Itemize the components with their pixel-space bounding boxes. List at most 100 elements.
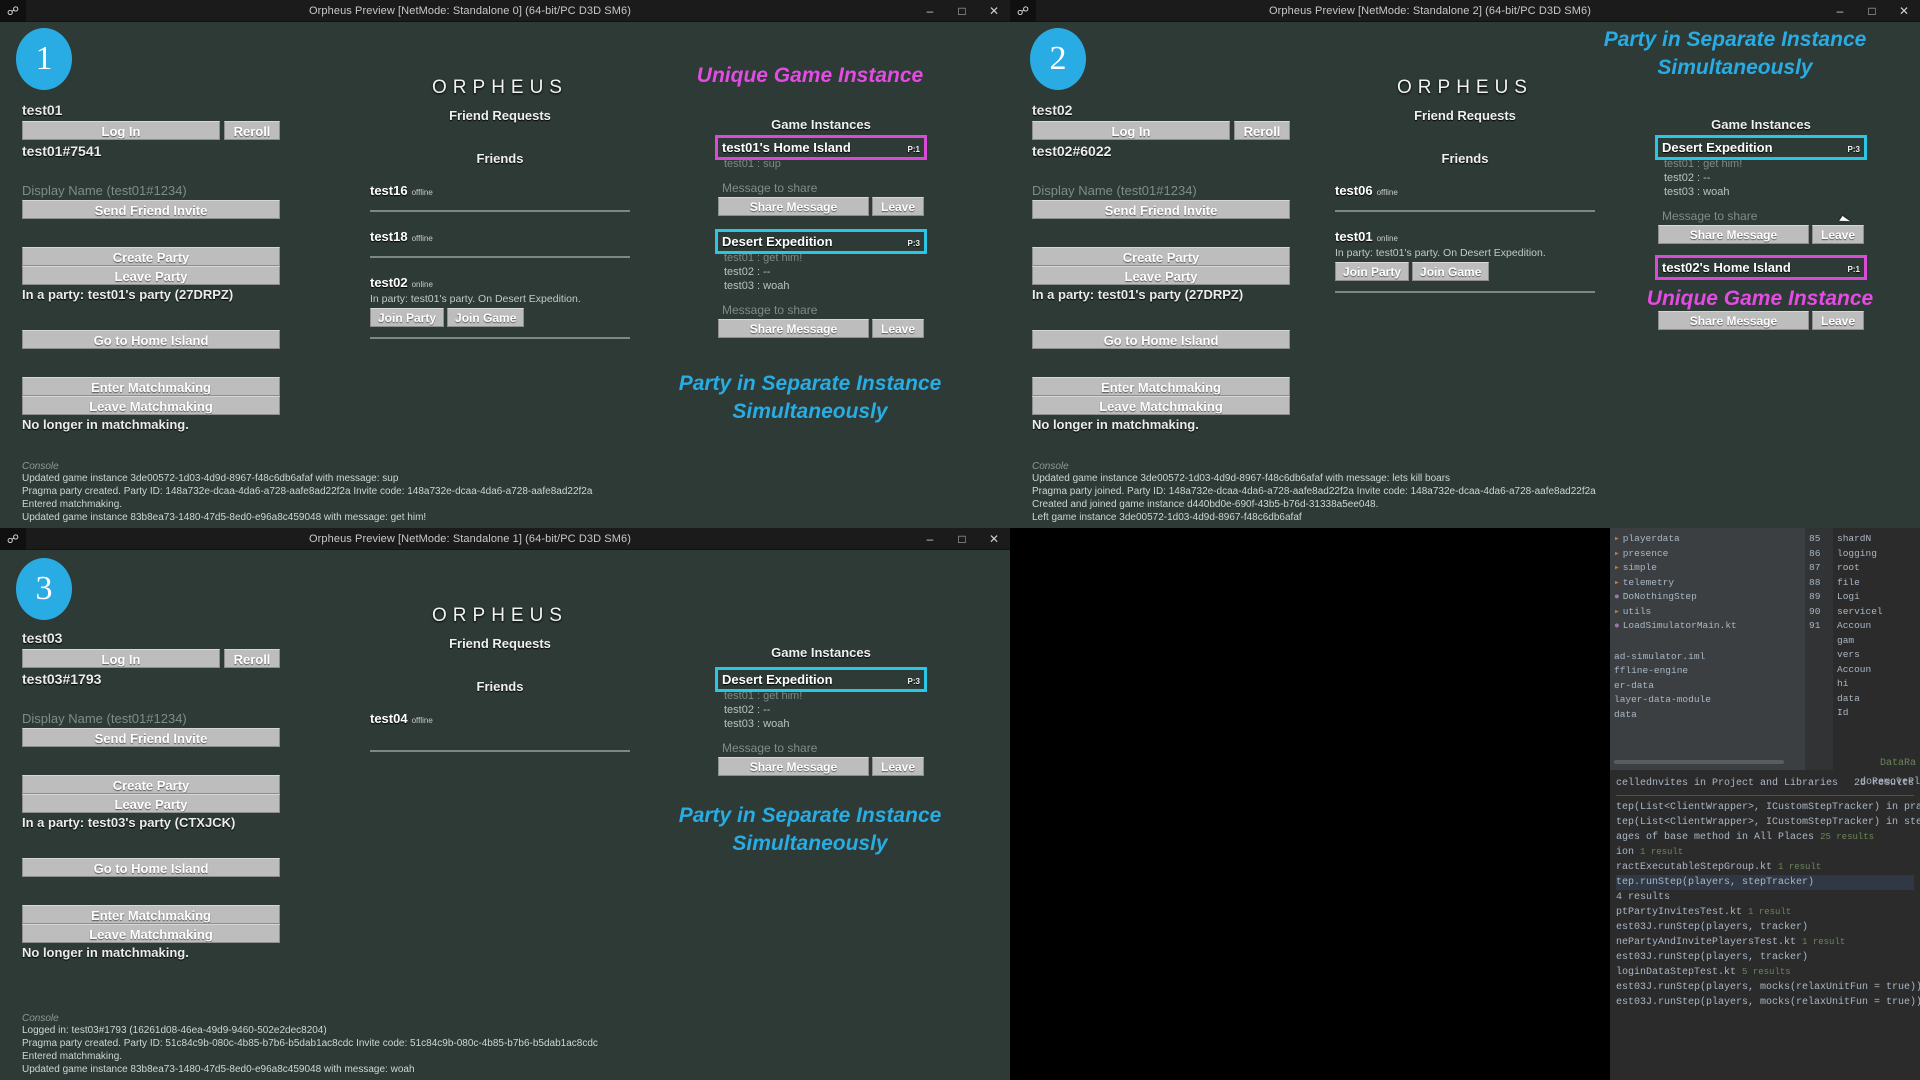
minimize-button[interactable]: – — [1824, 0, 1856, 22]
enter-matchmaking-button[interactable]: Enter Matchmaking — [22, 905, 280, 924]
tree-item[interactable]: layer-data-module — [1610, 693, 1805, 708]
titlebar[interactable]: ☍ Orpheus Preview [NetMode: Standalone 1… — [0, 528, 1010, 550]
tree-item[interactable]: ▸ simple — [1610, 561, 1805, 576]
display-name-input[interactable]: Display Name (test01#1234) — [22, 183, 280, 198]
minimize-button[interactable]: – — [914, 528, 946, 550]
instance-title-row[interactable]: test02's Home Island P:1 — [1655, 255, 1867, 280]
leave-instance-button[interactable]: Leave — [1812, 311, 1864, 330]
leave-instance-button[interactable]: Leave — [872, 757, 924, 776]
tree-item[interactable]: ▸ telemetry — [1610, 576, 1805, 591]
display-name-input[interactable]: Display Name (test01#1234) — [22, 711, 280, 726]
share-message-button[interactable]: Share Message — [718, 319, 869, 338]
leave-party-button[interactable]: Leave Party — [22, 794, 280, 813]
enter-matchmaking-button[interactable]: Enter Matchmaking — [22, 377, 280, 396]
find-result-row[interactable]: est03J.runStep(players, tracker) — [1616, 950, 1914, 965]
leave-instance-button[interactable]: Leave — [1812, 225, 1864, 244]
find-result-row[interactable]: ractExecutableStepGroup.kt 1 result — [1616, 860, 1914, 875]
enter-matchmaking-button[interactable]: Enter Matchmaking — [1032, 377, 1290, 396]
leave-instance-button[interactable]: Leave — [872, 319, 924, 338]
tree-item[interactable]: ▸ utils — [1610, 605, 1805, 620]
ide-editor-text[interactable]: shardN logging root file Logi servicel A… — [1833, 528, 1920, 770]
find-result-row[interactable]: ion 1 result — [1616, 845, 1914, 860]
minimize-button[interactable]: – — [914, 0, 946, 22]
login-button[interactable]: Log In — [1032, 121, 1230, 140]
message-input[interactable]: Message to share — [718, 303, 924, 317]
join-party-button[interactable]: Join Party — [370, 308, 445, 327]
instance-title-row[interactable]: test01's Home Island P:1 — [715, 135, 927, 160]
find-result-row[interactable]: loginDataStepTest.kt 5 results — [1616, 965, 1914, 980]
share-message-button[interactable]: Share Message — [718, 197, 869, 216]
display-name-input[interactable]: Display Name (test01#1234) — [1032, 183, 1290, 198]
tree-item[interactable]: data — [1610, 708, 1805, 723]
friend-list-item[interactable]: test04 offline — [370, 710, 630, 752]
maximize-button[interactable]: □ — [1856, 0, 1888, 22]
instance-title-row[interactable]: Desert Expedition P:3 — [715, 667, 927, 692]
find-result-row[interactable]: nePartyAndInvitePlayersTest.kt 1 result — [1616, 935, 1914, 950]
friend-list-item[interactable]: test16 offline — [370, 182, 630, 212]
ide-find-panel[interactable]: cellednvites in Project and Libraries 25… — [1610, 772, 1920, 1080]
close-button[interactable]: ✕ — [1888, 0, 1920, 22]
tree-scrollbar[interactable] — [1614, 760, 1784, 764]
send-friend-invite-button[interactable]: Send Friend Invite — [22, 728, 280, 747]
find-result-row[interactable]: tep(List<ClientWrapper>, ICustomStepTrac… — [1616, 815, 1920, 830]
share-message-button[interactable]: Share Message — [718, 757, 869, 776]
tree-item[interactable]: ▸ presence — [1610, 547, 1805, 562]
instance-title-row[interactable]: Desert Expedition P:3 — [1655, 135, 1867, 160]
message-input[interactable]: Message to share — [1658, 209, 1864, 223]
join-game-button[interactable]: Join Game — [447, 308, 525, 327]
reroll-button[interactable]: Reroll — [1234, 121, 1290, 140]
find-result-row[interactable]: est03J.runStep(players, tracker) — [1616, 920, 1914, 935]
tree-item[interactable]: ● DoNothingStep — [1610, 590, 1805, 605]
reroll-button[interactable]: Reroll — [224, 649, 280, 668]
find-result-row-selected[interactable]: tep.runStep(players, stepTracker) — [1616, 875, 1914, 890]
tree-item[interactable]: ● LoadSimulatorMain.kt — [1610, 619, 1805, 634]
friend-list-item[interactable]: test18 offline — [370, 228, 630, 258]
go-home-island-button[interactable]: Go to Home Island — [22, 330, 280, 349]
find-result-row[interactable]: tep(List<ClientWrapper>, ICustomStepTrac… — [1616, 800, 1920, 815]
close-button[interactable]: ✕ — [978, 0, 1010, 22]
share-message-button[interactable]: Share Message — [1658, 225, 1809, 244]
share-message-button[interactable]: Share Message — [1658, 311, 1809, 330]
go-home-island-button[interactable]: Go to Home Island — [22, 858, 280, 877]
send-friend-invite-button[interactable]: Send Friend Invite — [1032, 200, 1290, 219]
leave-party-button[interactable]: Leave Party — [22, 266, 280, 285]
tree-item[interactable]: ▸ playerdata — [1610, 532, 1805, 547]
message-input[interactable]: Message to share — [718, 741, 924, 755]
ide-panel[interactable]: ▸ playerdata ▸ presence ▸ simple ▸ telemetry… — [1610, 528, 1920, 1080]
titlebar[interactable]: ☍ Orpheus Preview [NetMode: Standalone 0… — [0, 0, 1010, 22]
titlebar[interactable]: ☍ Orpheus Preview [NetMode: Standalone 2… — [1010, 0, 1920, 22]
leave-instance-button[interactable]: Leave — [872, 197, 924, 216]
message-input[interactable]: Message to share — [718, 181, 924, 195]
join-party-button[interactable]: Join Party — [1335, 262, 1410, 281]
maximize-button[interactable]: □ — [946, 528, 978, 550]
leave-matchmaking-button[interactable]: Leave Matchmaking — [22, 924, 280, 943]
create-party-button[interactable]: Create Party — [22, 775, 280, 794]
join-game-button[interactable]: Join Game — [1412, 262, 1490, 281]
game-instance-item[interactable]: Desert Expedition P:3 test01 : get him! … — [1655, 135, 1867, 244]
close-button[interactable]: ✕ — [978, 528, 1010, 550]
game-instance-item[interactable]: Desert Expedition P:3 test01 : get him! … — [715, 229, 927, 338]
login-button[interactable]: Log In — [22, 649, 220, 668]
send-friend-invite-button[interactable]: Send Friend Invite — [22, 200, 280, 219]
ide-project-tree[interactable]: ▸ playerdata ▸ presence ▸ simple ▸ telemetry… — [1610, 528, 1805, 770]
friend-list-item[interactable]: test02 online In party: test01's party. O… — [370, 274, 630, 339]
friend-list-item[interactable]: test01 online In party: test01's party. O… — [1335, 228, 1595, 293]
instance-title-row[interactable]: Desert Expedition P:3 — [715, 229, 927, 254]
leave-matchmaking-button[interactable]: Leave Matchmaking — [22, 396, 280, 415]
find-result-row[interactable]: est03J.runStep(players, mocks(relaxUnitF… — [1616, 980, 1920, 995]
friend-list-item[interactable]: test06 offline — [1335, 182, 1595, 212]
reroll-button[interactable]: Reroll — [224, 121, 280, 140]
maximize-button[interactable]: □ — [946, 0, 978, 22]
find-result-row[interactable]: ages of base method in All Places 25 res… — [1616, 830, 1914, 845]
login-button[interactable]: Log In — [22, 121, 220, 140]
go-home-island-button[interactable]: Go to Home Island — [1032, 330, 1290, 349]
find-result-row[interactable]: ptPartyInvitesTest.kt 1 result — [1616, 905, 1914, 920]
find-result-row[interactable]: est03J.runStep(players, mocks(relaxUnitF… — [1616, 995, 1920, 1010]
create-party-button[interactable]: Create Party — [1032, 247, 1290, 266]
create-party-button[interactable]: Create Party — [22, 247, 280, 266]
leave-party-button[interactable]: Leave Party — [1032, 266, 1290, 285]
game-instance-item[interactable]: test01's Home Island P:1 test01 : sup Me… — [715, 135, 927, 216]
game-instance-item[interactable]: Desert Expedition P:3 test01 : get him! … — [715, 667, 927, 776]
tree-item[interactable]: ad-simulator.iml — [1610, 650, 1805, 665]
tree-item[interactable]: er-data — [1610, 679, 1805, 694]
